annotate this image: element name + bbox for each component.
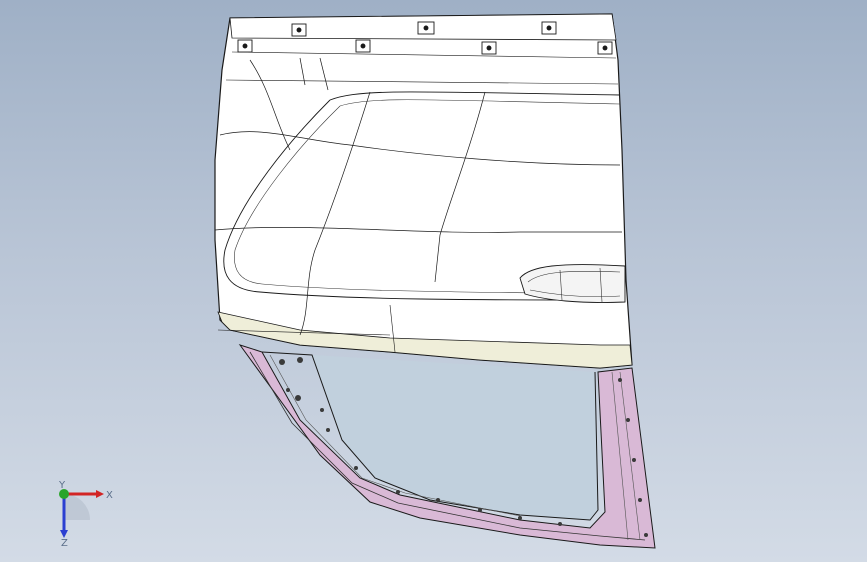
window-frame[interactable] — [238, 344, 656, 549]
cad-viewport[interactable]: X Y Z — [0, 0, 867, 562]
axis-triad: X Y Z — [58, 480, 113, 548]
door-model[interactable] — [0, 0, 867, 562]
y-axis-label: Y — [58, 480, 66, 491]
door-handle[interactable] — [519, 264, 626, 303]
x-axis-label: X — [106, 490, 113, 501]
door-panel[interactable] — [214, 13, 633, 369]
z-axis-label: Z — [61, 538, 68, 548]
